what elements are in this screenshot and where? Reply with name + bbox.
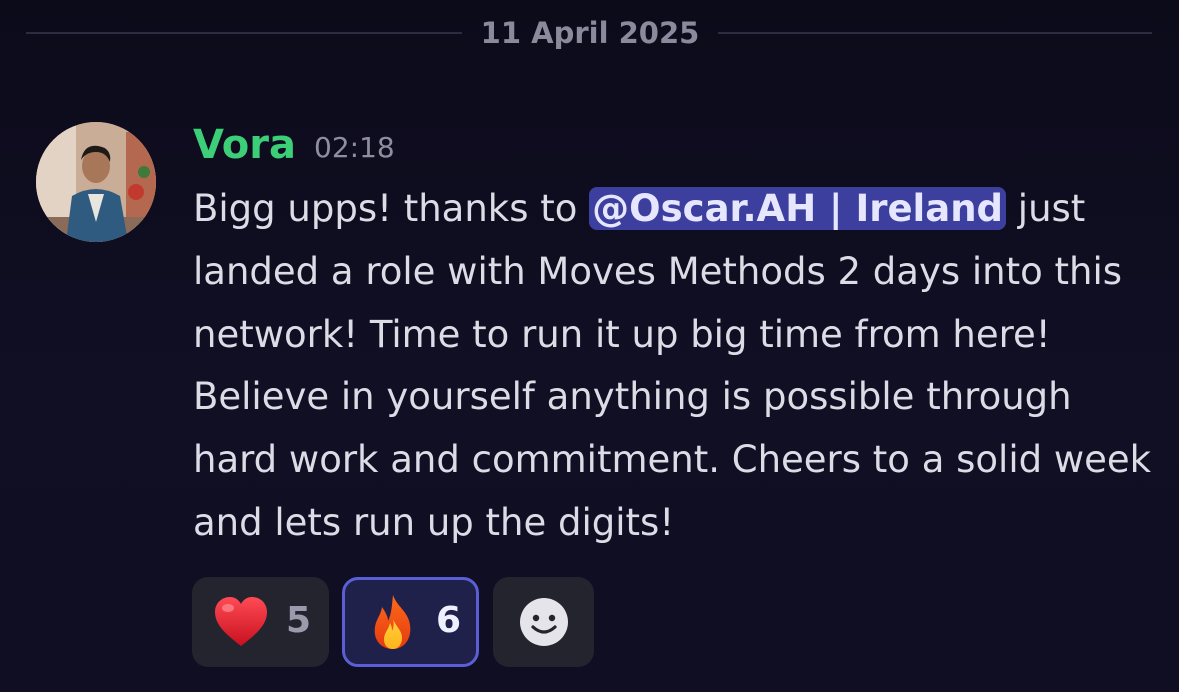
chat-view: 11 April 2025 Vora 02:18 Bigg upps! than… bbox=[0, 0, 1179, 692]
avatar[interactable] bbox=[36, 122, 156, 242]
message-text-before: Bigg upps! thanks to bbox=[193, 187, 590, 230]
add-reaction-button[interactable] bbox=[493, 577, 594, 667]
add-reaction-smiley-icon bbox=[519, 598, 568, 646]
message-timestamp: 02:18 bbox=[314, 131, 395, 164]
fire-icon bbox=[374, 595, 411, 649]
message-author[interactable]: Vora bbox=[193, 120, 296, 170]
reaction-heart-button[interactable]: 5 bbox=[192, 577, 329, 667]
date-divider-label: 11 April 2025 bbox=[480, 16, 700, 50]
reaction-fire-count: 6 bbox=[435, 600, 461, 641]
date-divider-line-left bbox=[26, 32, 462, 34]
message-text-after: just landed a role with Moves Methods 2 … bbox=[193, 187, 1152, 544]
red-heart-icon bbox=[215, 597, 267, 646]
reaction-fire-button[interactable]: 6 bbox=[342, 577, 479, 667]
reaction-heart-count: 5 bbox=[285, 600, 311, 641]
date-divider-line-right bbox=[718, 32, 1152, 34]
message-body: Bigg upps! thanks to @Oscar.AH | Ireland… bbox=[193, 178, 1153, 555]
avatar-image bbox=[36, 122, 156, 242]
user-mention[interactable]: @Oscar.AH | Ireland bbox=[589, 187, 1007, 230]
